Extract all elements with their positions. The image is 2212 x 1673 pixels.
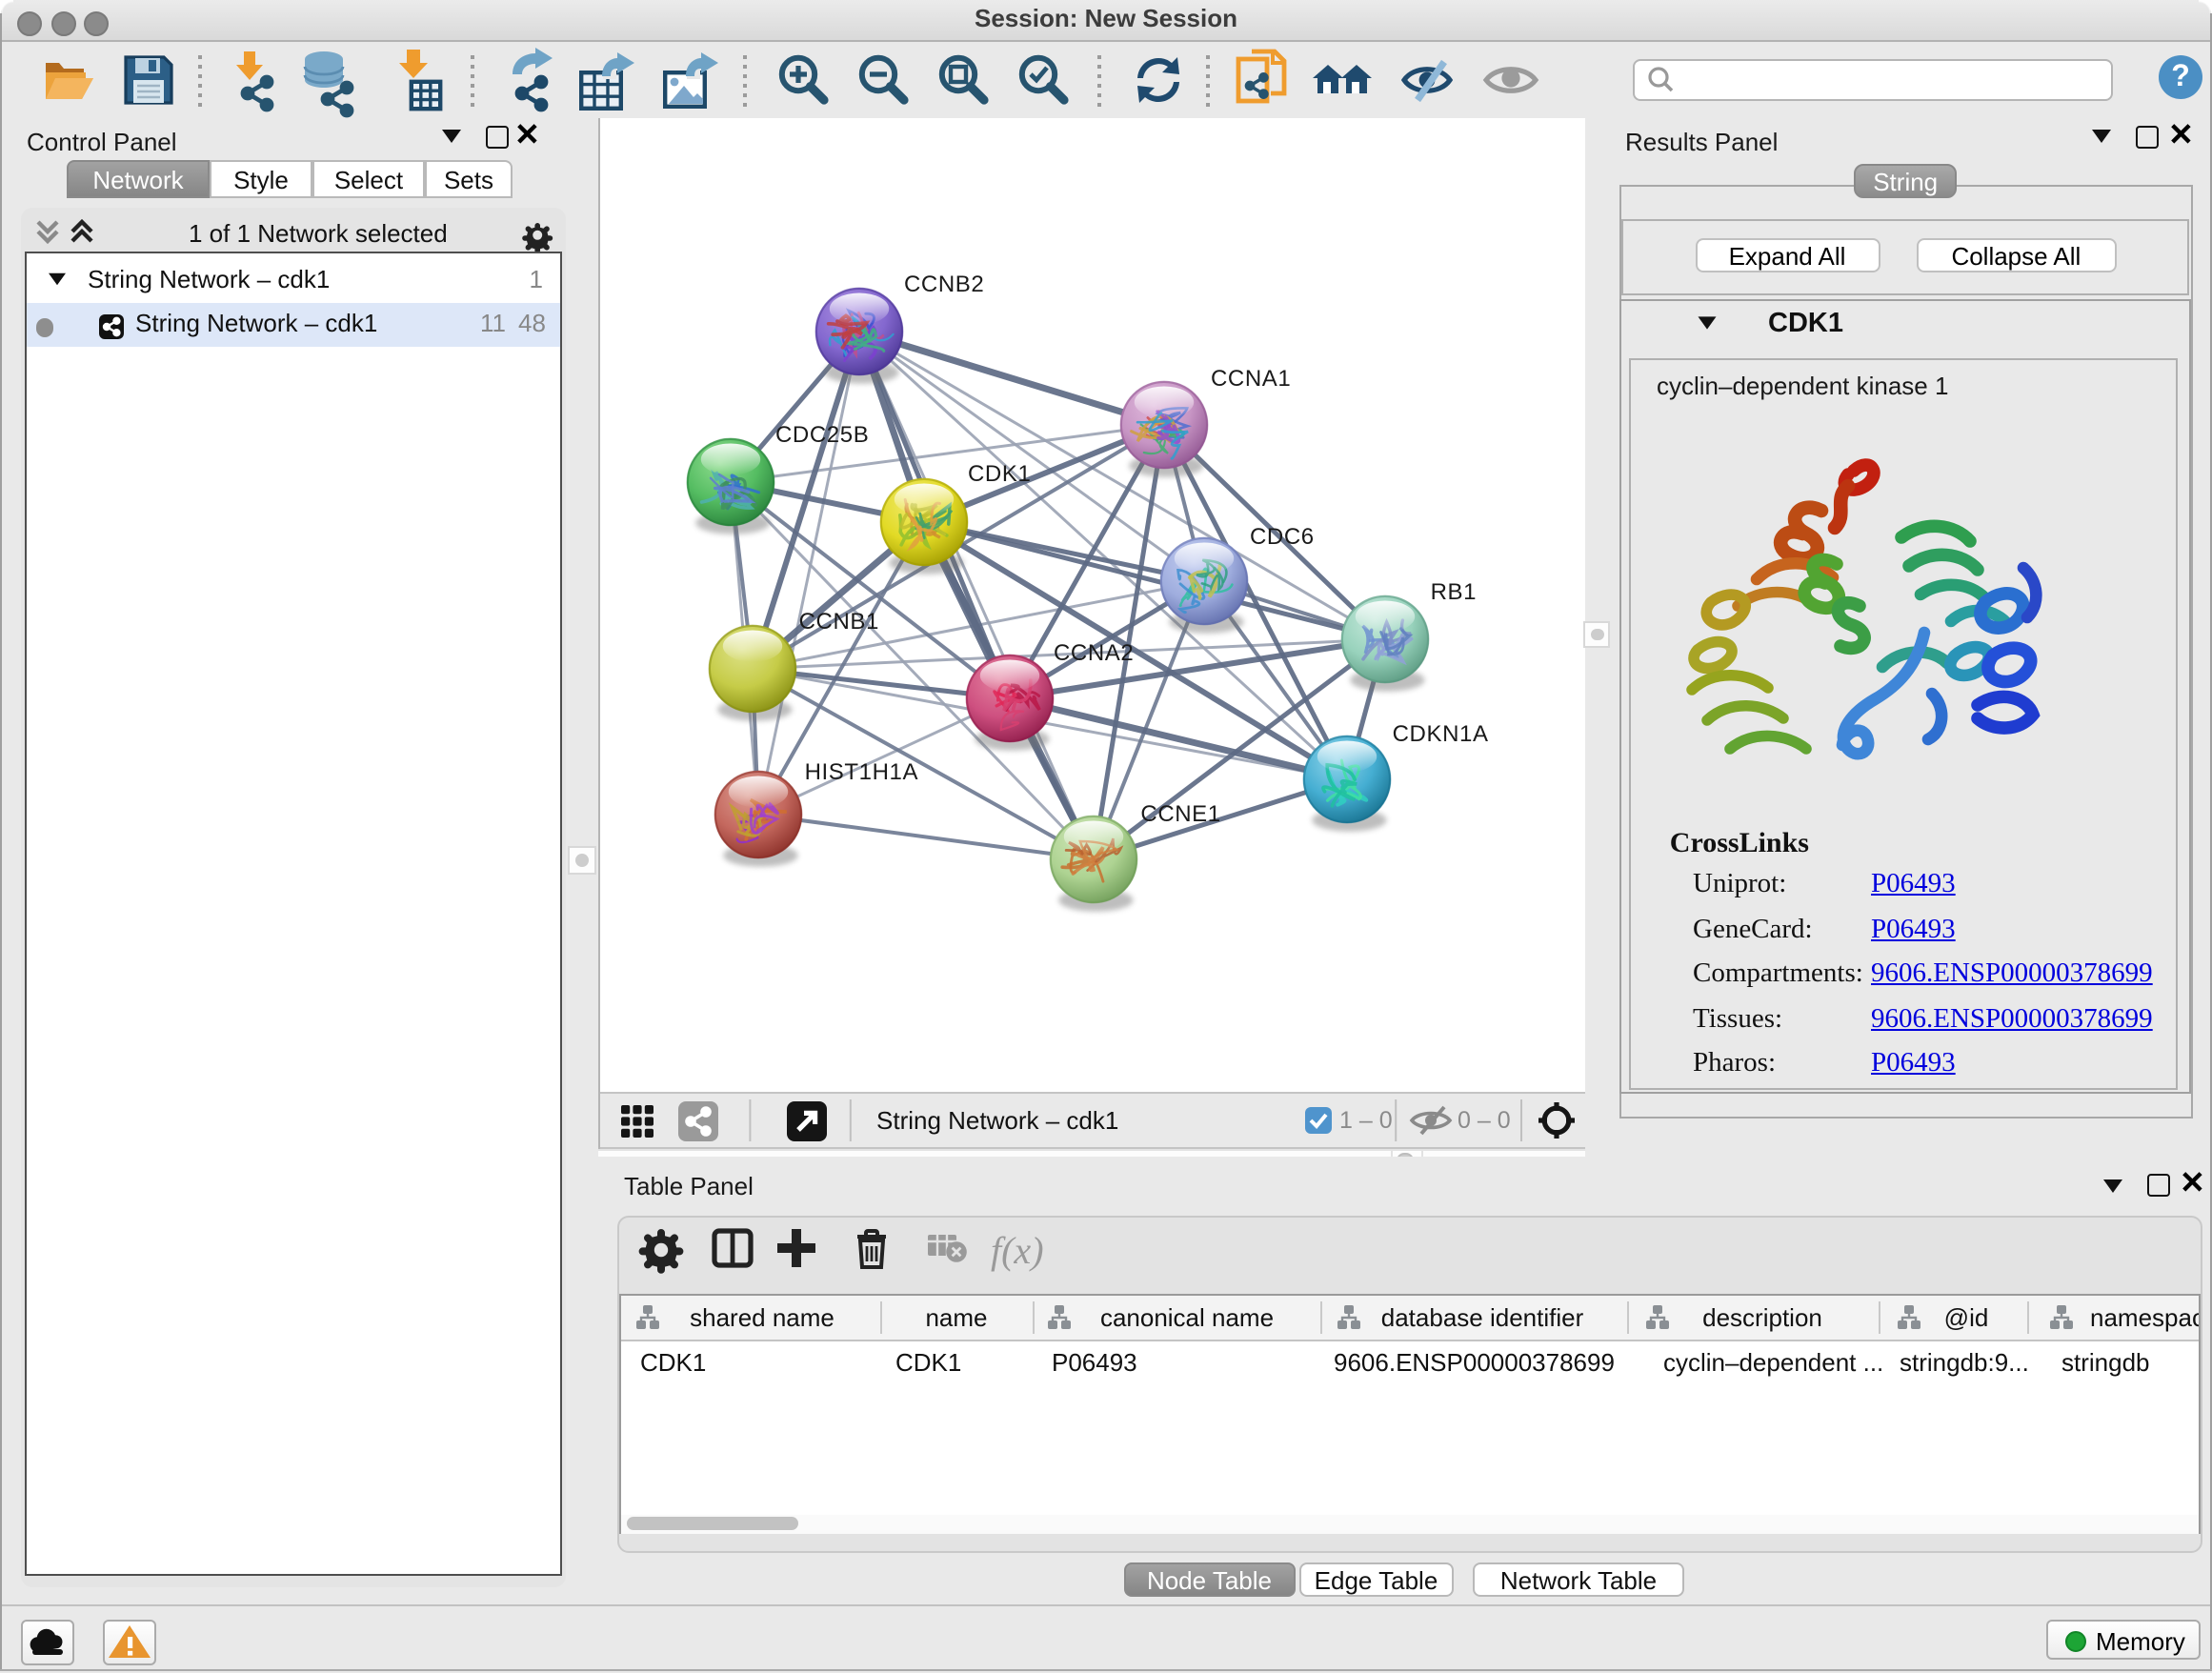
- svg-text:cyclin–dependent ...: cyclin–dependent ...: [1663, 1348, 1883, 1377]
- svg-text:stringdb:9...: stringdb:9...: [1900, 1348, 2029, 1377]
- svg-text:name: name: [925, 1303, 987, 1332]
- svg-text:9606.ENSP00000378699: 9606.ENSP00000378699: [1334, 1348, 1615, 1377]
- svg-text:CDK1: CDK1: [895, 1348, 961, 1377]
- svg-text:String Network – cdk1: String Network – cdk1: [876, 1106, 1118, 1135]
- svg-text:canonical name: canonical name: [1100, 1303, 1274, 1332]
- svg-text:1 – 0: 1 – 0: [1339, 1107, 1393, 1134]
- svg-text:namespace: namespace: [2090, 1303, 2200, 1332]
- svg-text:CDC6: CDC6: [1250, 524, 1315, 550]
- svg-text:CCNE1: CCNE1: [1140, 801, 1220, 827]
- svg-text:shared name: shared name: [690, 1303, 835, 1332]
- svg-text:stringdb: stringdb: [2061, 1348, 2150, 1377]
- svg-text:HIST1H1A: HIST1H1A: [805, 759, 919, 785]
- svg-text:CCNB1: CCNB1: [799, 609, 879, 635]
- svg-text:@id: @id: [1944, 1303, 1989, 1332]
- svg-text:description: description: [1702, 1303, 1822, 1332]
- svg-text:CDK1: CDK1: [968, 461, 1031, 487]
- svg-text:database identifier: database identifier: [1381, 1303, 1584, 1332]
- svg-text:CDKN1A: CDKN1A: [1393, 721, 1489, 747]
- svg-text:CCNA2: CCNA2: [1054, 640, 1134, 666]
- svg-text:RB1: RB1: [1431, 579, 1478, 605]
- svg-text:CCNB2: CCNB2: [904, 272, 984, 297]
- svg-text:CCNA1: CCNA1: [1211, 366, 1291, 392]
- svg-text:CDK1: CDK1: [640, 1348, 706, 1377]
- svg-text:P06493: P06493: [1052, 1348, 1137, 1377]
- svg-text:0 – 0: 0 – 0: [1458, 1107, 1511, 1134]
- svg-text:f(x): f(x): [991, 1229, 1044, 1272]
- svg-text:CDC25B: CDC25B: [775, 422, 869, 448]
